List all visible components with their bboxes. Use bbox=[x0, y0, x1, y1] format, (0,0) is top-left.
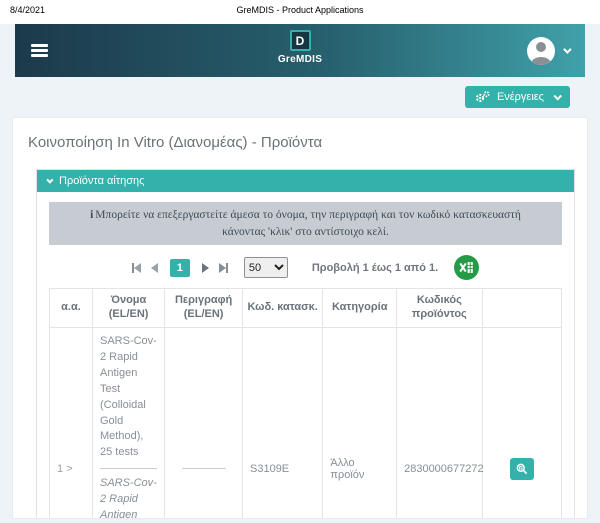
user-avatar[interactable] bbox=[527, 37, 555, 65]
header-description: Περιγραφή (EL/EN) bbox=[165, 289, 243, 328]
app-header: D GreMDIS bbox=[15, 24, 585, 77]
name-divider bbox=[100, 468, 157, 469]
pagination-bar: 1 50 Προβολή 1 έως 1 από 1. bbox=[49, 245, 562, 288]
table-header-row: α.α. Όνομα (EL/EN) Περιγραφή (EL/EN) Κωδ… bbox=[50, 289, 562, 328]
current-page-indicator[interactable]: 1 bbox=[170, 259, 190, 277]
user-menu[interactable] bbox=[527, 37, 569, 65]
next-page-icon bbox=[202, 263, 209, 273]
first-page-button[interactable] bbox=[132, 263, 141, 273]
magnifier-icon bbox=[516, 463, 528, 475]
description-divider bbox=[182, 468, 226, 469]
excel-export-button[interactable] bbox=[454, 255, 479, 280]
excel-icon bbox=[459, 261, 474, 274]
cell-manufacturer-code-editable[interactable]: S3109E bbox=[243, 327, 323, 519]
header-product-code: Κωδικός προϊόντος bbox=[397, 289, 483, 328]
cell-product-code: 2830000677272 bbox=[397, 327, 483, 519]
cell-row-index[interactable]: 1 > bbox=[50, 327, 93, 519]
view-details-button[interactable] bbox=[510, 458, 534, 480]
panel-title: Προϊόντα αίτησης bbox=[59, 175, 144, 187]
actions-button-label: Ενέργειες bbox=[497, 91, 544, 103]
products-panel: Προϊόντα αίτησης iΜπορείτε να επεξεργαστ… bbox=[36, 169, 575, 519]
app-logo-icon: D bbox=[290, 30, 311, 51]
previous-page-icon bbox=[151, 263, 158, 273]
chevron-down-icon bbox=[563, 45, 571, 53]
expand-marker: > bbox=[66, 463, 72, 475]
cell-description-editable[interactable] bbox=[165, 327, 243, 519]
product-name-el: SARS-Cov-2 Rapid Antigen Test (Colloidal… bbox=[100, 334, 157, 462]
print-document-title: GreMDIS - Product Applications bbox=[0, 5, 600, 15]
actions-band: Ενέργειες bbox=[15, 77, 585, 117]
last-page-icon bbox=[219, 263, 226, 273]
info-icon: i bbox=[90, 209, 93, 221]
header-category: Κατηγορία bbox=[323, 289, 397, 328]
app-name: GreMDIS bbox=[278, 54, 322, 65]
pagination-summary: Προβολή 1 έως 1 από 1. bbox=[312, 262, 438, 274]
next-page-button[interactable] bbox=[202, 263, 209, 273]
products-table: α.α. Όνομα (EL/EN) Περιγραφή (EL/EN) Κωδ… bbox=[49, 288, 562, 519]
app-logo: D GreMDIS bbox=[15, 30, 585, 65]
page-title: Κοινοποίηση In Vitro (Διανομέας) - Προϊό… bbox=[28, 134, 575, 151]
content-card: Κοινοποίηση In Vitro (Διανομέας) - Προϊό… bbox=[12, 117, 588, 519]
cell-actions bbox=[482, 327, 561, 519]
print-header: 8/4/2021 GreMDIS - Product Applications bbox=[0, 0, 600, 24]
chevron-down-icon bbox=[553, 92, 561, 100]
cell-name-editable[interactable]: SARS-Cov-2 Rapid Antigen Test (Colloidal… bbox=[93, 327, 165, 519]
table-row: 1 > SARS-Cov-2 Rapid Antigen Test (Collo… bbox=[50, 327, 562, 519]
header-index: α.α. bbox=[50, 289, 93, 328]
header-name: Όνομα (EL/EN) bbox=[93, 289, 165, 328]
cell-category: Άλλο προϊόν bbox=[323, 327, 397, 519]
page-size-select[interactable]: 50 bbox=[244, 257, 288, 278]
info-message: iΜπορείτε να επεξεργαστείτε άμεσα το όνο… bbox=[49, 202, 562, 245]
hamburger-menu-icon[interactable] bbox=[31, 42, 48, 60]
actions-button[interactable]: Ενέργειες bbox=[465, 86, 570, 108]
gears-icon bbox=[475, 91, 490, 103]
info-text: Μπορείτε να επεξεργαστείτε άμεσα το όνομ… bbox=[95, 209, 521, 238]
header-actions bbox=[482, 289, 561, 328]
panel-header-products[interactable]: Προϊόντα αίτησης bbox=[37, 170, 574, 192]
panel-body: iΜπορείτε να επεξεργαστείτε άμεσα το όνο… bbox=[37, 192, 574, 519]
last-page-button[interactable] bbox=[219, 263, 228, 273]
previous-page-button[interactable] bbox=[151, 263, 158, 273]
header-manufacturer-code: Κωδ. κατασκ. bbox=[243, 289, 323, 328]
product-name-en: SARS-Cov-2 Rapid Antigen Test (Colloidal… bbox=[100, 476, 157, 519]
collapse-chevron-icon bbox=[46, 176, 53, 183]
